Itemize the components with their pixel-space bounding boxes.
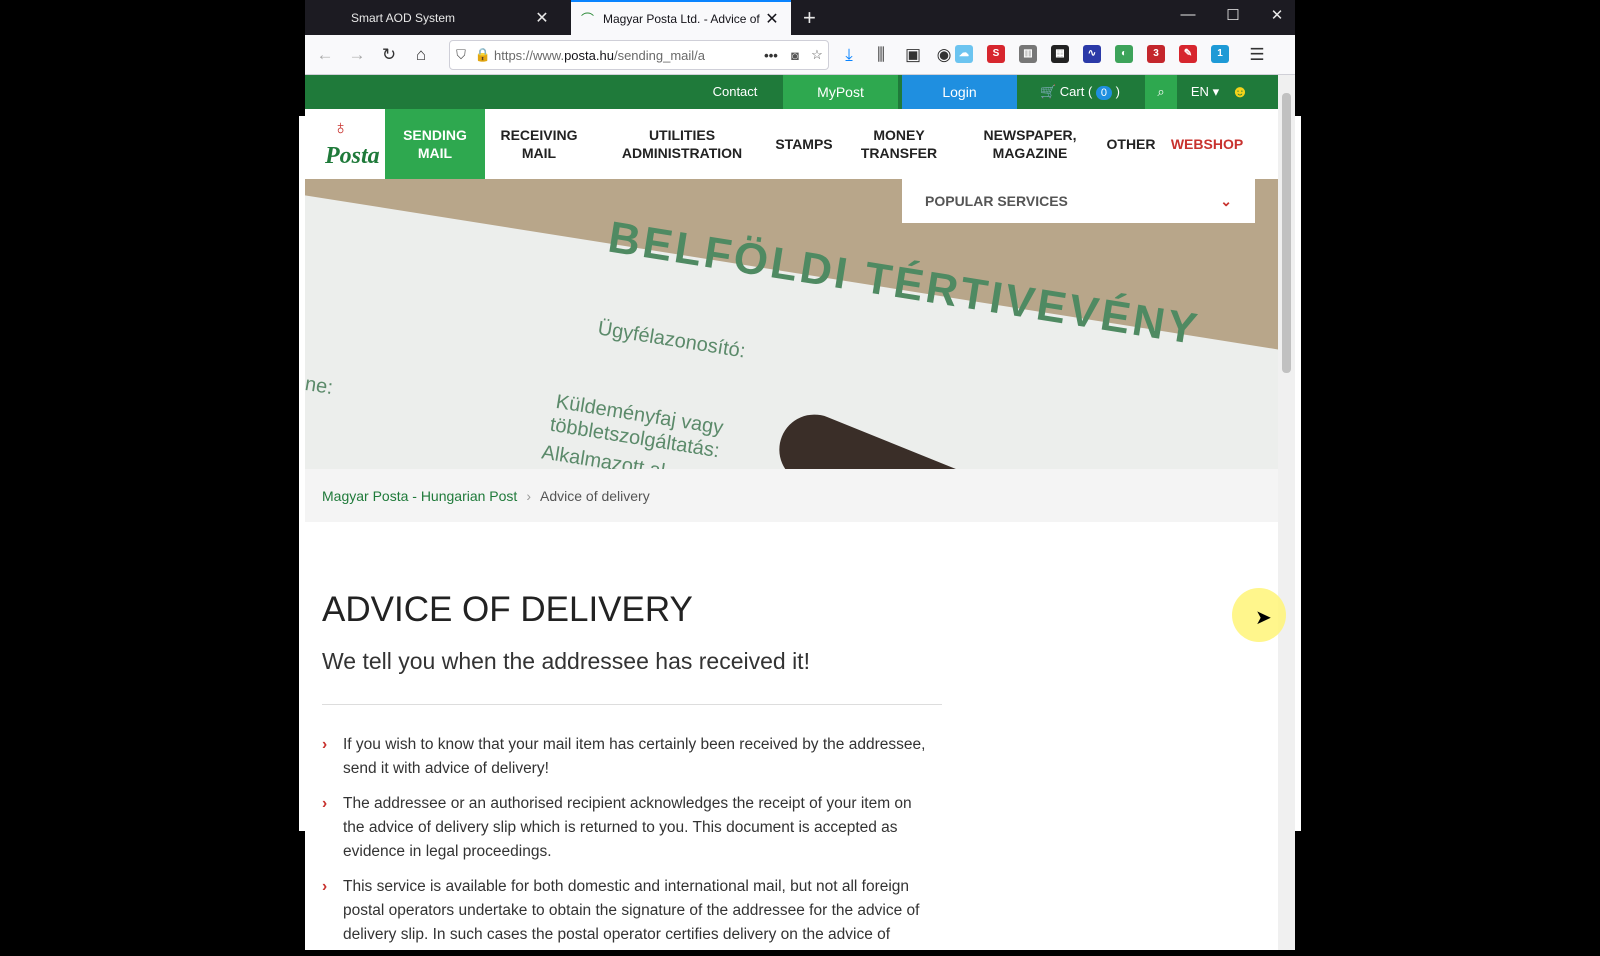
ublock-shield-icon[interactable]: 3 <box>1147 45 1165 63</box>
navigation-toolbar: ← → ↻ ⌂ ⛉ 🔒 https://www.posta.hu/sending… <box>305 35 1295 75</box>
popular-services-label: POPULAR SERVICES <box>925 193 1068 209</box>
mypost-button[interactable]: MyPost <box>783 75 898 109</box>
list-item: › The addressee or an authorised recipien… <box>322 792 932 864</box>
list-item: › This service is available for both dome… <box>322 875 932 947</box>
menu-webshop[interactable]: WEBSHOP <box>1163 109 1251 179</box>
chevron-right-icon: › <box>322 795 328 812</box>
url-text: https://www.posta.hu/sending_mail/a <box>494 47 706 63</box>
language-selector[interactable]: EN ▾ <box>1185 75 1225 109</box>
tab-strip: Smart AOD System ✕ ⌒ Magyar Posta Ltd. -… <box>305 0 1295 35</box>
breadcrumb: Magyar Posta - Hungarian Post › Advice o… <box>305 469 1278 522</box>
bullet-list: › If you wish to know that your mail item… <box>322 733 932 950</box>
chevron-right-icon: › <box>322 736 328 753</box>
account-icon[interactable]: ◉ <box>932 43 956 67</box>
background-window-edge-right <box>1295 116 1301 831</box>
reload-icon[interactable]: ↻ <box>377 43 401 67</box>
library-icon[interactable]: ⫼ <box>869 43 893 67</box>
posta-favicon-icon: ⌒ <box>581 12 595 27</box>
popular-services-dropdown[interactable]: POPULAR SERVICES ⌄ <box>902 179 1255 223</box>
divider <box>322 704 942 705</box>
home-icon[interactable]: ⌂ <box>409 43 433 67</box>
chevron-down-icon: ⌄ <box>1220 192 1232 209</box>
cloud-extension-icon[interactable]: ☁ <box>955 45 973 63</box>
menu-receiving-mail[interactable]: RECEIVING MAIL <box>485 109 593 179</box>
menu-sending-mail[interactable]: SENDING MAIL <box>385 109 485 179</box>
breadcrumb-home-link[interactable]: Magyar Posta - Hungarian Post <box>322 488 517 504</box>
page-actions-icon[interactable]: ••• <box>758 48 784 63</box>
chevron-right-icon: › <box>322 878 328 895</box>
ghost-extension-icon[interactable]: 1 <box>1211 45 1229 63</box>
search-icon[interactable]: ⌕ <box>1145 75 1177 109</box>
cart-count-badge: 0 <box>1095 86 1113 100</box>
site-topbar: Contact MyPost Login 🛒 Cart ( 0 ) ⌕ EN ▾… <box>305 75 1278 109</box>
close-tab-icon[interactable]: ✕ <box>533 8 551 28</box>
cart-paren: ) <box>1115 84 1121 99</box>
posta-logo[interactable]: ♁ Posta <box>317 115 381 175</box>
vertical-scrollbar[interactable] <box>1278 75 1295 950</box>
menu-utilities-administration[interactable]: UTILITIES ADMINISTRATION <box>603 109 761 179</box>
pulse-extension-icon[interactable]: ∿ <box>1083 45 1101 63</box>
menu-hamburger-icon[interactable]: ☰ <box>1245 43 1269 67</box>
forward-icon[interactable]: → <box>345 43 369 67</box>
maximize-icon[interactable]: ☐ <box>1223 6 1243 24</box>
lock-icon[interactable]: 🔒 <box>472 47 494 63</box>
pocket-icon[interactable]: ◙ <box>784 48 806 63</box>
close-window-icon[interactable]: ✕ <box>1267 6 1287 24</box>
downloads-icon[interactable]: ⤓ <box>837 43 861 67</box>
login-button[interactable]: Login <box>902 75 1017 109</box>
contact-link[interactable]: Contact <box>703 75 767 109</box>
browser-window: Smart AOD System ✕ ⌒ Magyar Posta Ltd. -… <box>305 0 1295 950</box>
menu-stamps[interactable]: STAMPS <box>767 109 841 179</box>
bookmark-star-icon[interactable]: ☆ <box>806 47 828 63</box>
breadcrumb-chevron-icon: › <box>526 487 531 504</box>
cart-link[interactable]: 🛒 Cart ( 0 ) <box>1025 75 1135 109</box>
hero-form-line: ne: <box>305 372 335 400</box>
menu-other[interactable]: OTHER <box>1103 109 1159 179</box>
back-icon[interactable]: ← <box>313 43 337 67</box>
logo-text: Posta <box>325 143 380 169</box>
posthorn-icon: ♁ <box>333 117 348 139</box>
menu-money-transfer[interactable]: MONEY TRANSFER <box>853 109 945 179</box>
breadcrumb-current: Advice of delivery <box>540 487 650 504</box>
s-extension-icon[interactable]: S <box>987 45 1005 63</box>
red-extension-icon[interactable]: ✎ <box>1179 45 1197 63</box>
cart-icon: 🛒 <box>1039 84 1057 99</box>
tab-magyar-posta[interactable]: ⌒ Magyar Posta Ltd. - Advice of d ✕ <box>571 0 791 35</box>
accessibility-icon[interactable]: ☻ <box>1228 75 1252 109</box>
cart-label: Cart ( <box>1059 84 1093 99</box>
new-tab-icon[interactable]: + <box>803 5 816 31</box>
address-bar[interactable]: ⛉ 🔒 https://www.posta.hu/sending_mail/a … <box>449 40 829 70</box>
leaf-extension-icon[interactable]: ◐ <box>1115 45 1133 63</box>
barcode-extension-icon[interactable]: ▥ <box>1019 45 1037 63</box>
mouse-cursor-icon: ➤ <box>1255 607 1272 629</box>
webpage: Contact MyPost Login 🛒 Cart ( 0 ) ⌕ EN ▾… <box>305 75 1278 950</box>
grid-extension-icon[interactable]: ▦ <box>1051 45 1069 63</box>
main-menu: ♁ Posta SENDING MAIL RECEIVING MAIL UTIL… <box>305 109 1278 179</box>
page-subtitle: We tell you when the addressee has recei… <box>322 648 810 674</box>
menu-newspaper-magazine[interactable]: NEWSPAPER, MAGAZINE <box>975 109 1085 179</box>
page-title: ADVICE OF DELIVERY <box>322 590 693 629</box>
sidebar-icon[interactable]: ▣ <box>901 43 925 67</box>
tab-title: Smart AOD System <box>351 10 456 25</box>
tracking-shield-icon[interactable]: ⛉ <box>450 47 472 63</box>
scrollbar-thumb[interactable] <box>1282 93 1291 373</box>
minimize-icon[interactable]: — <box>1178 6 1198 23</box>
close-tab-icon[interactable]: ✕ <box>763 9 781 29</box>
tab-title: Magyar Posta Ltd. - Advice of d <box>603 11 763 26</box>
tab-smart-aod[interactable]: Smart AOD System ✕ <box>341 0 561 35</box>
list-item: › If you wish to know that your mail item… <box>322 733 932 781</box>
